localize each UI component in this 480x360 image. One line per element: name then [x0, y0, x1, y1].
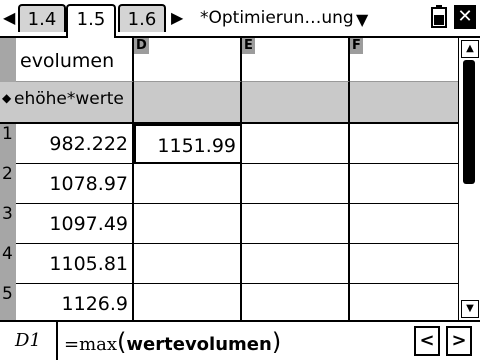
row-number: 1 [2, 124, 13, 144]
column-letter: F [350, 38, 363, 54]
cell-c4[interactable]: 1105.81 [16, 244, 134, 284]
row-header[interactable]: 3 [0, 204, 16, 244]
column-header-wertevolumen[interactable]: evolumen [0, 38, 134, 82]
spreadsheet: evolumen D E F ◆ ehöhe*werte 1 982.222 1… [0, 38, 458, 320]
tab-1-6[interactable]: 1.6 [118, 4, 166, 32]
column-formula-cell-e[interactable] [242, 82, 350, 122]
row-number: 5 [2, 284, 13, 304]
cell-f5[interactable] [350, 284, 458, 320]
row-number: 4 [2, 244, 13, 264]
history-back-button[interactable]: < [414, 326, 440, 356]
row-number: 2 [2, 164, 13, 184]
scroll-up-icon[interactable]: ▲ [461, 40, 479, 58]
tab-bar: ◀ 1.4 1.5 1.6 ▶ *Optimierun…ung ▼ ✕ [0, 0, 480, 38]
cell-e4[interactable] [242, 244, 350, 284]
vertical-scrollbar[interactable]: ▲ ▼ [458, 38, 480, 320]
formula-entry[interactable]: =max(wertevolumen) [64, 328, 281, 356]
tab-label: 1.6 [127, 9, 157, 30]
row-number: 3 [2, 204, 13, 224]
column-letter: E [242, 38, 255, 54]
column-name: evolumen [20, 50, 115, 72]
formula-row: ◆ ehöhe*werte [0, 82, 458, 124]
cell-c1[interactable]: 982.222 [16, 124, 134, 164]
column-header-e[interactable]: E [242, 38, 350, 82]
document-title[interactable]: *Optimierun…ung [200, 6, 354, 30]
cell-d5[interactable] [134, 284, 242, 320]
scroll-thumb[interactable] [463, 60, 475, 184]
cell-c3[interactable]: 1097.49 [16, 204, 134, 244]
row-header[interactable]: 5 [0, 284, 16, 320]
tab-label: 1.4 [27, 9, 57, 30]
cell-d3[interactable] [134, 204, 242, 244]
column-header-d[interactable]: D [134, 38, 242, 82]
cell-reference: D1 [0, 322, 58, 360]
cell-f3[interactable] [350, 204, 458, 244]
battery-icon [431, 5, 447, 28]
formula-close-paren: ) [271, 328, 282, 356]
cell-c5[interactable]: 1126.9 [16, 284, 134, 320]
column-letter: D [134, 38, 149, 54]
tab-1-4[interactable]: 1.4 [18, 4, 66, 32]
scroll-down-icon[interactable]: ▼ [461, 300, 479, 318]
row-header[interactable]: 4 [0, 244, 16, 284]
column-header-f[interactable]: F [350, 38, 458, 82]
row-header[interactable]: 2 [0, 164, 16, 204]
cell-e1[interactable] [242, 124, 350, 164]
cell-e2[interactable] [242, 164, 350, 204]
cell-f2[interactable] [350, 164, 458, 204]
cell-e5[interactable] [242, 284, 350, 320]
cell-d1[interactable]: 1151.99 [134, 124, 242, 164]
formula-argument: wertevolumen [126, 334, 272, 355]
triangle-right-icon[interactable]: ▶ [171, 8, 183, 28]
cell-f4[interactable] [350, 244, 458, 284]
triangle-down-icon[interactable]: ▼ [356, 10, 368, 29]
column-formula-cell[interactable]: ◆ ehöhe*werte [0, 82, 134, 122]
cell-f1[interactable] [350, 124, 458, 164]
tab-label: 1.5 [76, 9, 106, 30]
row-header[interactable]: 1 [0, 124, 16, 164]
history-forward-button[interactable]: > [446, 326, 472, 356]
corner-cell [0, 38, 16, 82]
cell-c2[interactable]: 1078.97 [16, 164, 134, 204]
formula-function: =max [64, 334, 118, 355]
triangle-left-icon[interactable]: ◀ [3, 8, 15, 28]
cell-d2[interactable] [134, 164, 242, 204]
diamond-icon: ◆ [2, 91, 12, 105]
column-formula-cell-d[interactable] [134, 82, 242, 122]
close-x-icon[interactable]: ✕ [454, 5, 476, 29]
column-formula-cell-f[interactable] [350, 82, 458, 122]
column-formula: ehöhe*werte [14, 89, 124, 109]
cell-e3[interactable] [242, 204, 350, 244]
entry-line: D1 =max(wertevolumen) < > [0, 320, 480, 360]
tab-1-5[interactable]: 1.5 [66, 4, 116, 38]
cell-d4[interactable] [134, 244, 242, 284]
